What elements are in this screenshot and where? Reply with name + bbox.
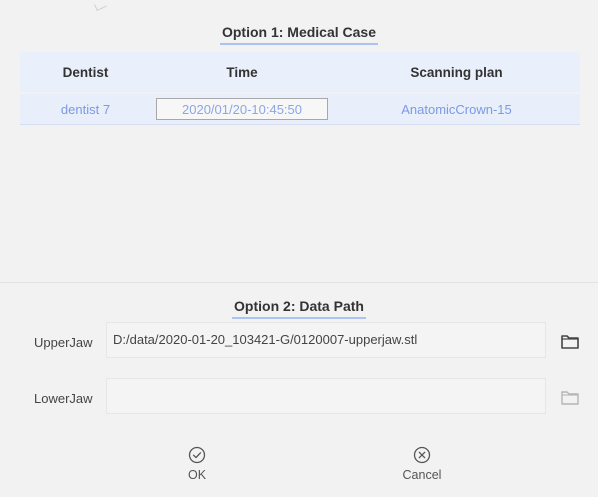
section-divider (0, 282, 598, 283)
cell-scanning-plan[interactable]: AnatomicCrown-15 (333, 102, 580, 117)
table-header: Dentist Time Scanning plan (20, 52, 580, 92)
check-circle-icon (188, 446, 206, 464)
cell-time[interactable]: 2020/01/20-10:45:50 (151, 98, 333, 120)
data-path-title-text: Option 2: Data Path (232, 298, 366, 319)
upperjaw-label: UpperJaw (34, 335, 93, 350)
medical-case-table: Dentist Time Scanning plan dentist 7 202… (20, 52, 580, 125)
upperjaw-path-field[interactable]: D:/data/2020-01-20_103421-G/0120007-uppe… (106, 322, 546, 358)
cell-time-value[interactable]: 2020/01/20-10:45:50 (156, 98, 328, 120)
header-dentist[interactable]: Dentist (20, 65, 151, 80)
upperjaw-folder-icon[interactable] (560, 332, 580, 350)
table-row[interactable]: dentist 7 2020/01/20-10:45:50 AnatomicCr… (20, 94, 580, 125)
cell-dentist[interactable]: dentist 7 (20, 102, 151, 117)
checkmark-fragment-icon (94, 0, 107, 11)
lowerjaw-folder-icon[interactable] (560, 388, 580, 406)
cancel-label: Cancel (402, 468, 442, 482)
medical-case-title-text: Option 1: Medical Case (219, 24, 379, 45)
header-time[interactable]: Time (151, 65, 333, 80)
ok-button[interactable]: OK (157, 446, 237, 482)
top-edge (0, 0, 598, 14)
cancel-button[interactable]: Cancel (382, 446, 462, 482)
medical-case-title: Option 1: Medical Case (0, 24, 598, 45)
header-scanning-plan[interactable]: Scanning plan (333, 65, 580, 80)
lowerjaw-label: LowerJaw (34, 391, 93, 406)
ok-label: OK (187, 468, 207, 482)
lowerjaw-path-field[interactable] (106, 378, 546, 414)
data-path-title: Option 2: Data Path (0, 298, 598, 319)
x-circle-icon (413, 446, 431, 464)
